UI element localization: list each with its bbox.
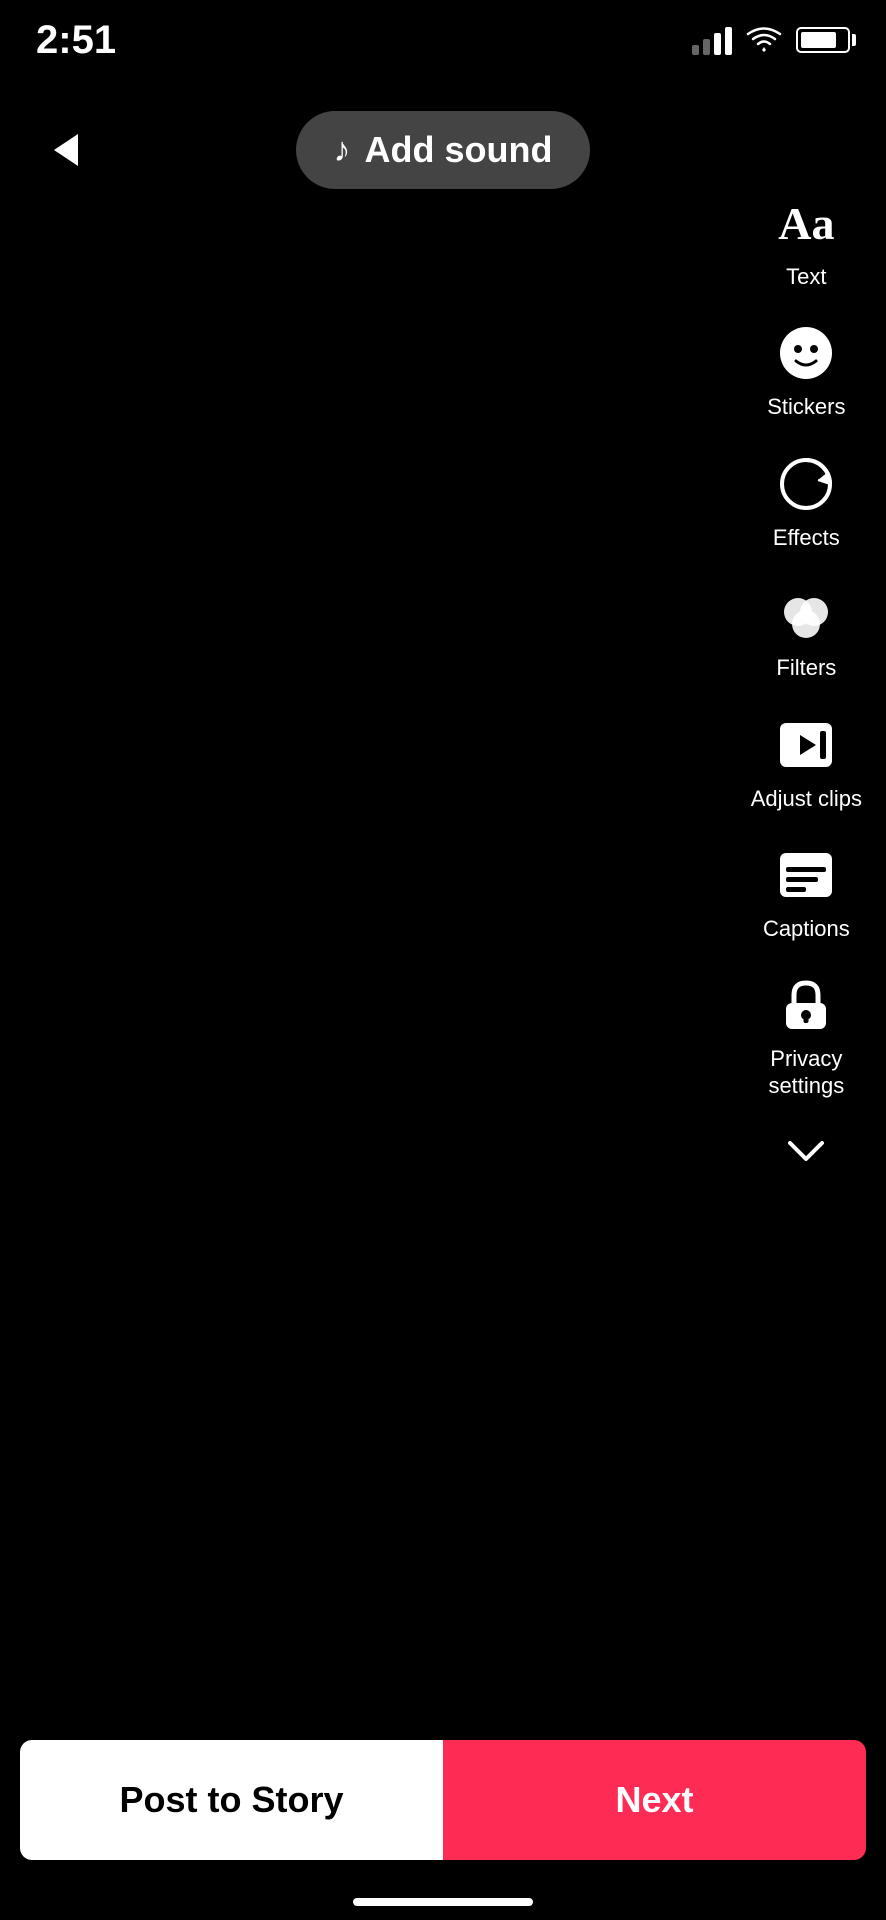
privacy-icon bbox=[771, 970, 841, 1040]
back-button[interactable] bbox=[36, 120, 96, 180]
next-button[interactable]: Next bbox=[443, 1740, 866, 1860]
bottom-buttons: Post to Story Next bbox=[0, 1740, 886, 1860]
music-note-icon: ♪ bbox=[334, 131, 351, 170]
tool-effects-label: Effects bbox=[773, 525, 840, 551]
post-to-story-label: Post to Story bbox=[119, 1779, 343, 1821]
next-label: Next bbox=[615, 1779, 693, 1821]
tool-text-label: Text bbox=[786, 264, 826, 290]
home-indicator bbox=[353, 1898, 533, 1906]
captions-icon bbox=[771, 840, 841, 910]
tool-adjust-clips-label: Adjust clips bbox=[751, 786, 862, 812]
tool-privacy-settings[interactable]: Privacysettings bbox=[764, 962, 848, 1107]
text-icon: Aa bbox=[771, 188, 841, 258]
back-chevron-icon bbox=[54, 134, 78, 166]
stickers-icon bbox=[771, 318, 841, 388]
wifi-icon bbox=[746, 27, 782, 53]
chevron-down-icon bbox=[786, 1139, 826, 1163]
battery-icon bbox=[796, 27, 850, 53]
adjust-clips-icon bbox=[771, 710, 841, 780]
tool-stickers-label: Stickers bbox=[767, 394, 845, 420]
effects-icon bbox=[771, 449, 841, 519]
right-sidebar: Aa Text Stickers Effects bbox=[747, 180, 866, 1173]
tool-effects[interactable]: Effects bbox=[767, 441, 845, 559]
post-to-story-button[interactable]: Post to Story bbox=[20, 1740, 443, 1860]
tool-filters[interactable]: Filters bbox=[767, 571, 845, 689]
signal-icon bbox=[692, 25, 732, 55]
filters-icon bbox=[771, 579, 841, 649]
more-options-button[interactable] bbox=[776, 1129, 836, 1173]
tool-filters-label: Filters bbox=[776, 655, 836, 681]
tool-privacy-settings-label: Privacysettings bbox=[768, 1046, 844, 1099]
tool-captions-label: Captions bbox=[763, 916, 850, 942]
status-bar: 2:51 bbox=[0, 0, 886, 80]
tool-adjust-clips[interactable]: Adjust clips bbox=[747, 702, 866, 820]
add-sound-button[interactable]: ♪ Add sound bbox=[296, 111, 591, 189]
tool-text[interactable]: Aa Text bbox=[767, 180, 845, 298]
tool-stickers[interactable]: Stickers bbox=[763, 310, 849, 428]
add-sound-label: Add sound bbox=[365, 129, 553, 171]
status-time: 2:51 bbox=[36, 18, 116, 63]
status-icons bbox=[692, 25, 850, 55]
tool-captions[interactable]: Captions bbox=[759, 832, 854, 950]
